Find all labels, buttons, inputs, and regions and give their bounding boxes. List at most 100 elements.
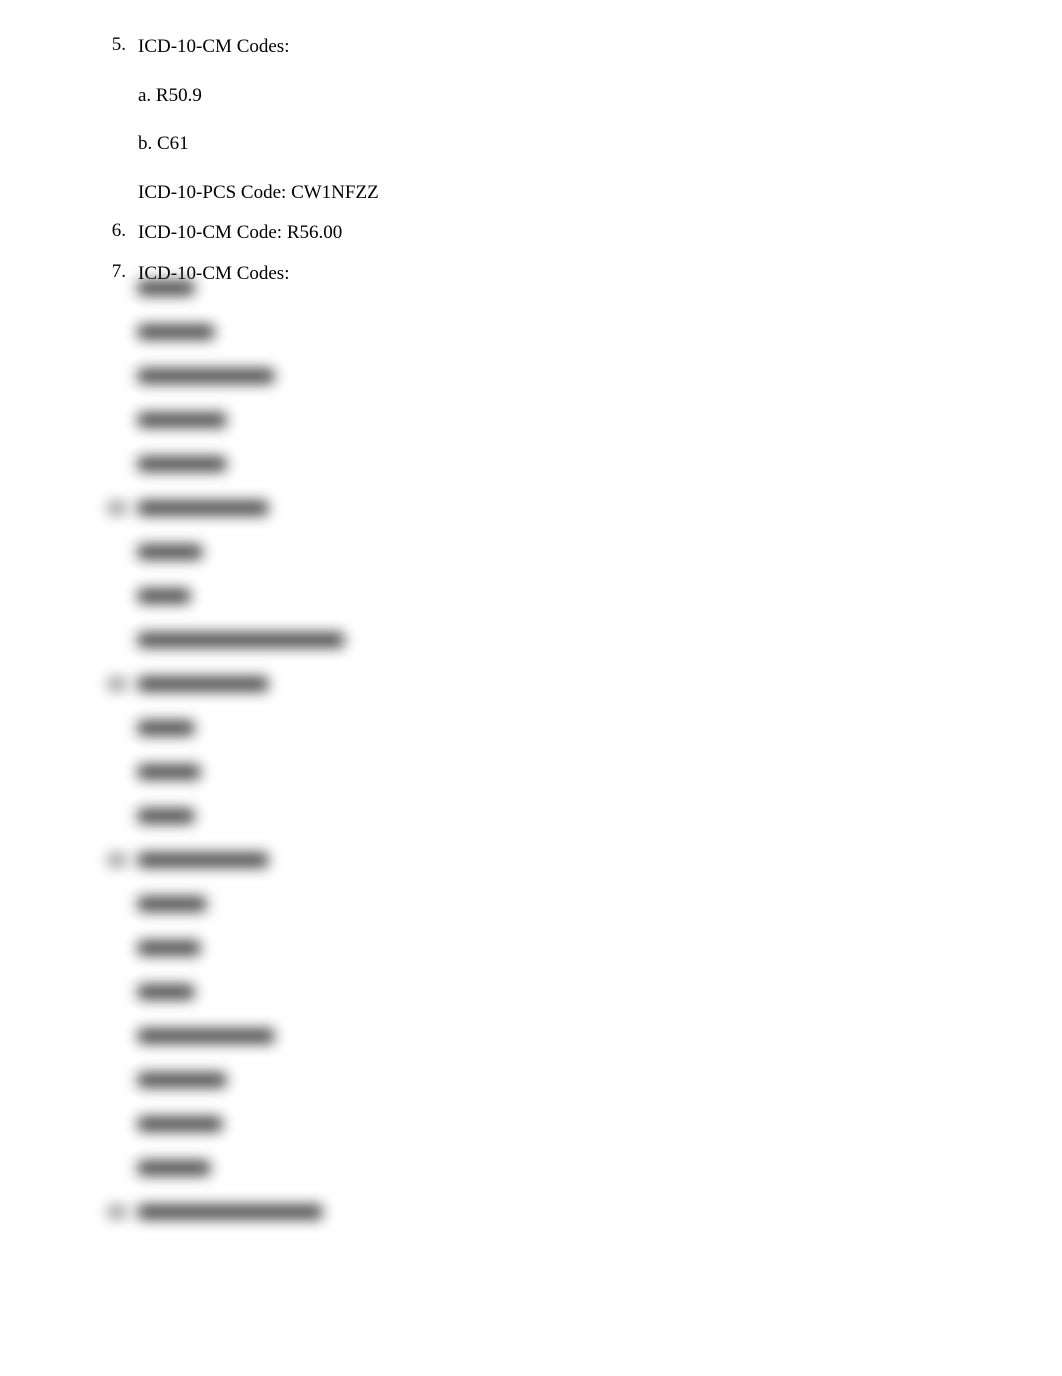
blurred-list-number: [102, 804, 138, 826]
blurred-body: [138, 1200, 1002, 1222]
blurred-body: [138, 980, 1002, 1002]
blurred-line: [102, 848, 1002, 870]
blurred-list-number: [102, 1156, 138, 1178]
blurred-text-bar: [138, 457, 226, 471]
blurred-list-number: [102, 1200, 138, 1222]
blurred-text-bar: [138, 325, 214, 339]
blurred-line: [102, 364, 1002, 386]
blurred-body: [138, 848, 1002, 870]
list-number: 5.: [102, 34, 138, 206]
blurred-body: [138, 892, 1002, 914]
blurred-body: [138, 936, 1002, 958]
blurred-body: [138, 408, 1002, 430]
list-item-6: 6. ICD-10-CM Code: R56.00: [102, 220, 1002, 247]
blurred-text-bar: [138, 853, 268, 867]
blurred-list-number: [102, 936, 138, 958]
blurred-body: [138, 1024, 1002, 1046]
blurred-line: [102, 716, 1002, 738]
blurred-line: [102, 1068, 1002, 1090]
blurred-text-bar: [138, 765, 200, 779]
blurred-line: [102, 804, 1002, 826]
list-item-5: 5. ICD-10-CM Codes: a. R50.9 b. C61 ICD-…: [102, 34, 1002, 206]
blurred-body: [138, 1068, 1002, 1090]
blurred-text-bar: [138, 721, 194, 735]
blurred-line: [102, 1200, 1002, 1222]
blurred-text-bar: [138, 545, 202, 559]
blurred-body: [138, 804, 1002, 826]
blurred-list-number: [102, 1024, 138, 1046]
blurred-text-bar: [138, 589, 190, 603]
blurred-text-bar: [138, 809, 194, 823]
blurred-text-bar: [138, 941, 200, 955]
blurred-text-bar: [138, 1117, 222, 1131]
blurred-body: [138, 276, 1002, 298]
blurred-line: [102, 892, 1002, 914]
blurred-text-bar: [138, 501, 268, 515]
text-line: ICD-10-CM Codes:: [138, 34, 1002, 61]
blurred-body: [138, 320, 1002, 342]
blurred-list-number: [102, 848, 138, 870]
blurred-list-number: [102, 1112, 138, 1134]
blurred-list-number: [102, 452, 138, 474]
document-page: 5. ICD-10-CM Codes: a. R50.9 b. C61 ICD-…: [0, 0, 1062, 288]
blurred-text-bar: [138, 413, 226, 427]
blurred-line: [102, 584, 1002, 606]
blurred-line: [102, 980, 1002, 1002]
blurred-text-bar: [138, 897, 206, 911]
blurred-preview-region: [102, 276, 1002, 1376]
blurred-line: [102, 496, 1002, 518]
blurred-list-number: [102, 980, 138, 1002]
blurred-body: [138, 540, 1002, 562]
blurred-list-number: [102, 760, 138, 782]
blurred-list-number: [102, 408, 138, 430]
blurred-text-bar: [138, 369, 274, 383]
text-line: ICD-10-PCS Code: CW1NFZZ: [138, 180, 1002, 207]
blurred-text-bar: [138, 1205, 322, 1219]
text-line: b. C61: [138, 131, 1002, 158]
blurred-line: [102, 628, 1002, 650]
blurred-line: [102, 936, 1002, 958]
blurred-body: [138, 496, 1002, 518]
blurred-list-number: [102, 1068, 138, 1090]
blurred-list-number: [102, 672, 138, 694]
list-number: 6.: [102, 220, 138, 247]
blurred-body: [138, 584, 1002, 606]
list-body: ICD-10-CM Code: R56.00: [138, 220, 1002, 247]
blurred-text-bar: [138, 1073, 226, 1087]
blurred-body: [138, 1156, 1002, 1178]
blurred-text-bar: [138, 677, 268, 691]
blurred-text-bar: [138, 1161, 210, 1175]
blurred-line: [102, 1156, 1002, 1178]
blurred-text-bar: [138, 281, 194, 295]
blurred-list-number: [102, 364, 138, 386]
blurred-line: [102, 452, 1002, 474]
blurred-list-number: [102, 584, 138, 606]
blurred-list-number: [102, 892, 138, 914]
blurred-line: [102, 320, 1002, 342]
blurred-list-number: [102, 628, 138, 650]
blurred-line: [102, 276, 1002, 298]
blurred-list-number: [102, 276, 138, 298]
blurred-list-number: [102, 540, 138, 562]
blurred-list-number: [102, 320, 138, 342]
blurred-list-number: [102, 716, 138, 738]
text-line: ICD-10-CM Code: R56.00: [138, 220, 1002, 247]
blurred-line: [102, 408, 1002, 430]
blurred-line: [102, 540, 1002, 562]
text-line: a. R50.9: [138, 83, 1002, 110]
blurred-text-bar: [138, 1029, 274, 1043]
blurred-body: [138, 364, 1002, 386]
blurred-body: [138, 1112, 1002, 1134]
blurred-text-bar: [138, 985, 194, 999]
blurred-line: [102, 672, 1002, 694]
blurred-text-bar: [138, 633, 344, 647]
blurred-body: [138, 452, 1002, 474]
blurred-body: [138, 716, 1002, 738]
blurred-body: [138, 628, 1002, 650]
blurred-list-number: [102, 496, 138, 518]
blurred-body: [138, 760, 1002, 782]
list-body: ICD-10-CM Codes: a. R50.9 b. C61 ICD-10-…: [138, 34, 1002, 206]
blurred-line: [102, 1112, 1002, 1134]
blurred-line: [102, 1024, 1002, 1046]
blurred-body: [138, 672, 1002, 694]
